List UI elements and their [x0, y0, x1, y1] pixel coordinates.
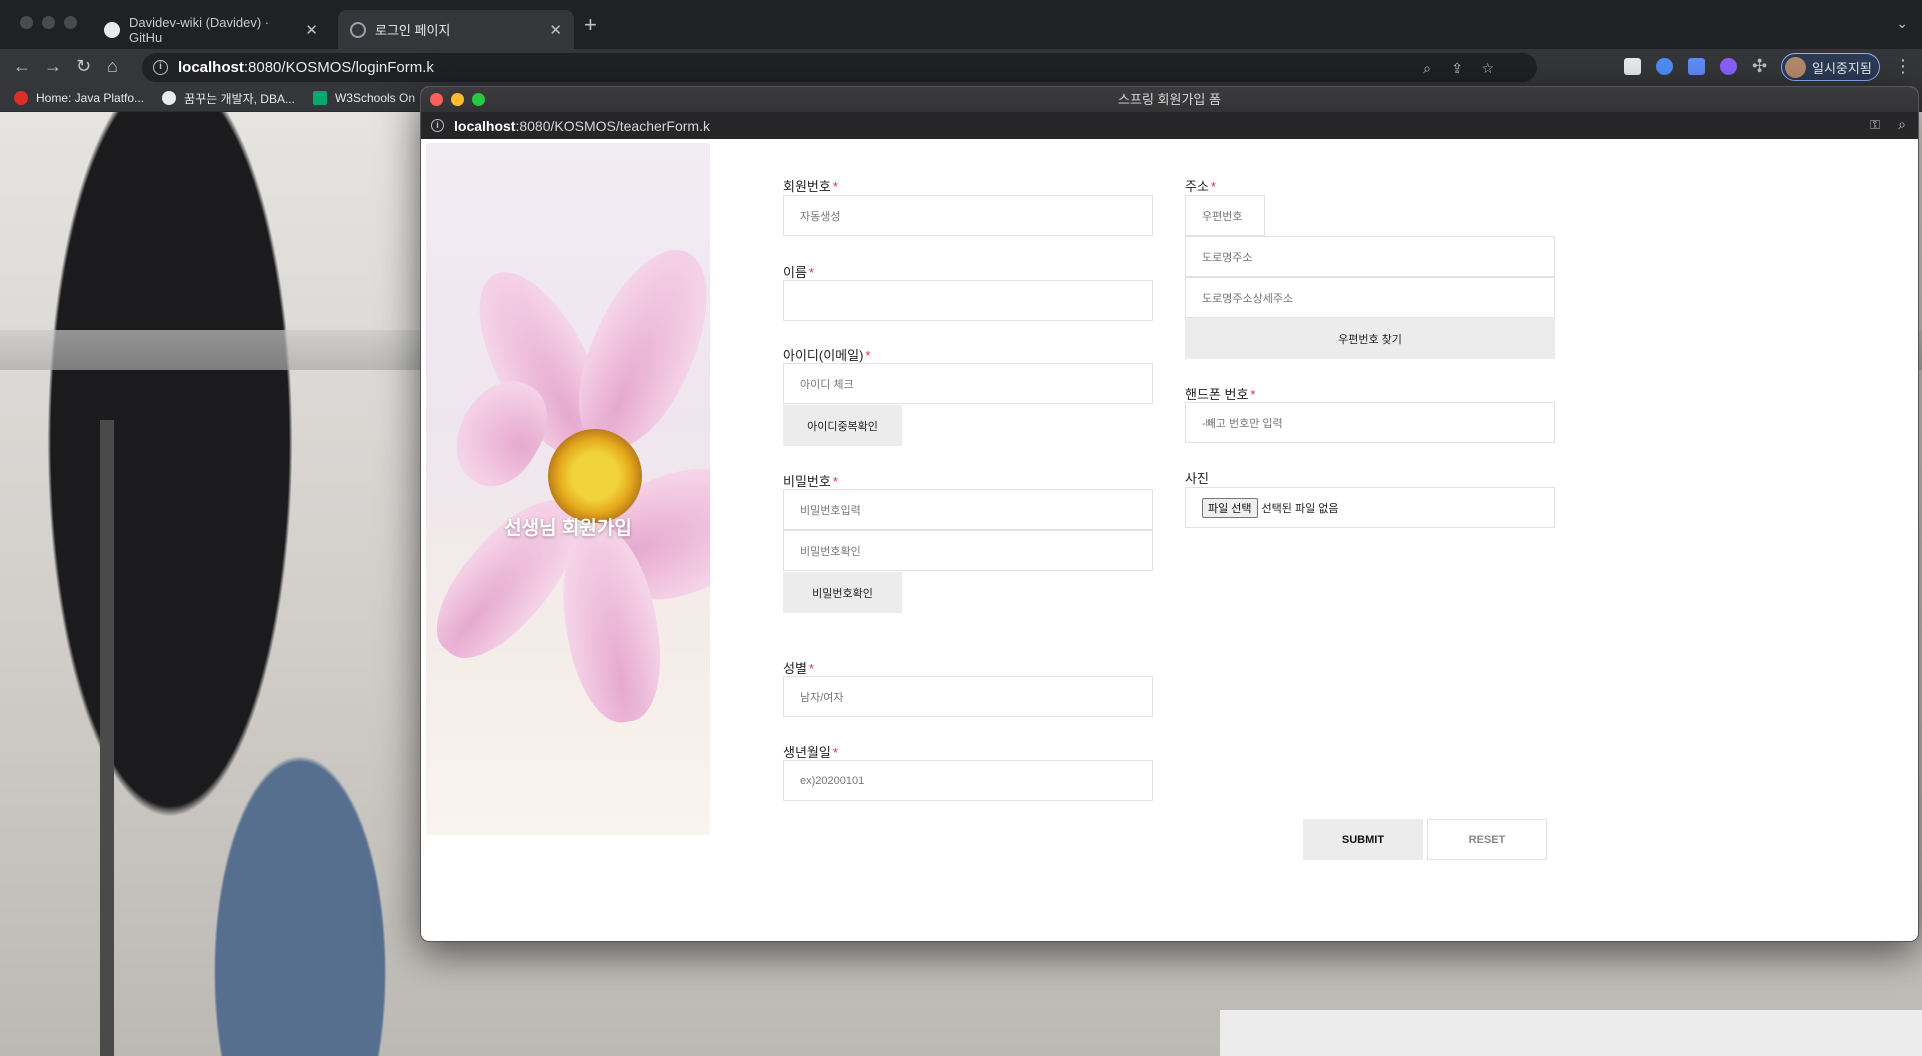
bookmark-java[interactable]: Home: Java Platfo...: [14, 91, 144, 105]
choose-file-button[interactable]: 파일 선택: [1202, 497, 1258, 518]
notion-icon[interactable]: [1624, 58, 1641, 75]
popup-address-bar: i localhost:8080/KOSMOS/teacherForm.k ⚿ …: [421, 112, 1918, 139]
address-detail-input[interactable]: 도로명주소상세주소: [1185, 277, 1555, 318]
phone-label: 핸드폰 번호 *: [1185, 387, 1256, 402]
hero-title: 선생님 회원가입: [504, 518, 632, 539]
birth-label: 생년월일 *: [783, 745, 838, 760]
road-address-input[interactable]: 도로명주소: [1185, 236, 1555, 277]
birth-input[interactable]: ex)20200101: [783, 760, 1153, 801]
close-tab-icon[interactable]: ✕: [549, 21, 562, 39]
reset-button[interactable]: RESET: [1427, 819, 1547, 860]
extension-sun-icon[interactable]: [1720, 58, 1737, 75]
find-zipcode-button[interactable]: 우편번호 찾기: [1185, 318, 1555, 359]
background-door-frame: [100, 420, 114, 1056]
new-tab-icon[interactable]: +: [584, 14, 597, 36]
maximize-window-icon[interactable]: [472, 93, 485, 106]
background-desk: [1220, 1010, 1922, 1056]
password-input[interactable]: 비밀번호입력: [783, 489, 1153, 530]
window-controls[interactable]: [20, 16, 77, 29]
popup-window: 스프링 회원가입 폼 i localhost:8080/KOSMOS/teach…: [420, 86, 1919, 942]
photo-file-input[interactable]: 파일 선택 선택된 파일 없음: [1185, 487, 1555, 528]
oracle-icon: [14, 91, 28, 105]
bookmark-star-icon[interactable]: ☆: [1481, 60, 1494, 77]
popup-title: 스프링 회원가입 폼: [1118, 92, 1221, 107]
tab-login[interactable]: 로그인 페이지 ✕: [338, 10, 574, 49]
browser-toolbar: ← → ↻ ⌂ i localhost:8080/KOSMOS/loginFor…: [0, 49, 1922, 85]
close-window-icon[interactable]: [430, 93, 443, 106]
site-info-icon[interactable]: i: [431, 119, 444, 132]
bookmark-label: Home: Java Platfo...: [36, 91, 145, 105]
tab-github[interactable]: Davidev-wiki (Davidev) · GitHu ✕: [92, 10, 330, 49]
address-bar[interactable]: i localhost:8080/KOSMOS/loginForm.k ⌕ ⇪ …: [142, 53, 1537, 82]
flower-hero-image: 선생님 회원가입: [426, 143, 710, 835]
tab-strip: Davidev-wiki (Davidev) · GitHu ✕ 로그인 페이지…: [0, 0, 1922, 49]
tab-search-icon[interactable]: ⌄: [1896, 15, 1908, 32]
tab-title: Davidev-wiki (Davidev) · GitHu: [129, 14, 270, 45]
github-icon: [104, 21, 120, 38]
forward-icon[interactable]: →: [44, 56, 62, 76]
globe-icon: [162, 91, 177, 105]
gender-label: 성별 *: [783, 661, 814, 676]
name-label: 이름 *: [783, 265, 814, 280]
back-icon[interactable]: ←: [13, 56, 31, 76]
bookmark-w3schools[interactable]: W3Schools On: [312, 91, 416, 105]
reload-icon[interactable]: ↻: [76, 56, 91, 76]
extension-diamond-icon[interactable]: [1656, 58, 1673, 75]
more-menu-icon[interactable]: ⋮: [1894, 56, 1912, 76]
w3schools-icon: [312, 91, 327, 105]
zoom-icon[interactable]: ⌕: [1423, 60, 1431, 77]
share-icon[interactable]: ⇪: [1451, 60, 1463, 77]
member-no-input[interactable]: 자동생성: [783, 195, 1153, 236]
bookmark-label: W3Schools On: [334, 91, 416, 105]
member-no-label: 회원번호 *: [783, 179, 838, 194]
home-icon[interactable]: ⌂: [107, 56, 118, 76]
globe-icon: [350, 21, 366, 38]
file-status-text: 선택된 파일 없음: [1261, 502, 1339, 515]
url-text: localhost:8080/KOSMOS/loginForm.k: [178, 59, 434, 76]
popup-titlebar: 스프링 회원가입 폼: [421, 87, 1918, 112]
translate-icon[interactable]: [1688, 58, 1705, 75]
close-tab-icon[interactable]: ✕: [305, 21, 318, 39]
address-label: 주소 *: [1185, 179, 1216, 194]
popup-window-controls[interactable]: [430, 93, 485, 106]
profile-label: 일시중지됨: [1812, 60, 1872, 76]
zoom-icon[interactable]: ⌕: [1898, 116, 1906, 133]
user-id-input[interactable]: 아이디 체크: [783, 363, 1153, 404]
popup-url: localhost:8080/KOSMOS/teacherForm.k: [454, 117, 710, 134]
site-info-icon[interactable]: i: [153, 60, 168, 75]
key-icon[interactable]: ⚿: [1870, 117, 1880, 133]
user-id-label: 아이디(이메일) *: [783, 348, 871, 363]
submit-button[interactable]: SUBMIT: [1303, 819, 1423, 860]
name-input[interactable]: [783, 280, 1153, 321]
bookmark-dba[interactable]: 꿈꾸는 개발자, DBA...: [162, 90, 295, 107]
password-label: 비밀번호 *: [783, 474, 838, 489]
page-content: 선생님 회원가입 회원번호 * 자동생성 이름 * 아이디(이메일) * 아이디 체크…: [421, 139, 1918, 941]
profile-button[interactable]: 일시중지됨: [1781, 53, 1880, 81]
avatar: [1785, 56, 1806, 78]
bookmark-label: 꿈꾸는 개발자, DBA...: [184, 91, 295, 106]
photo-label: 사진: [1185, 471, 1209, 486]
zipcode-input[interactable]: 우편번호: [1185, 195, 1265, 236]
id-duplicate-check-button[interactable]: 아이디중복확인: [783, 405, 902, 446]
gender-input[interactable]: 남자/여자: [783, 676, 1153, 717]
password-confirm-button[interactable]: 비밀번호확인: [783, 572, 902, 613]
tab-title: 로그인 페이지: [375, 23, 451, 38]
flower-center: [548, 429, 642, 523]
password-confirm-input[interactable]: 비밀번호확인: [783, 530, 1153, 571]
minimize-window-icon[interactable]: [451, 93, 464, 106]
phone-input[interactable]: -빼고 번호만 입력: [1185, 402, 1555, 443]
extensions-puzzle-icon[interactable]: ✣: [1752, 56, 1767, 76]
